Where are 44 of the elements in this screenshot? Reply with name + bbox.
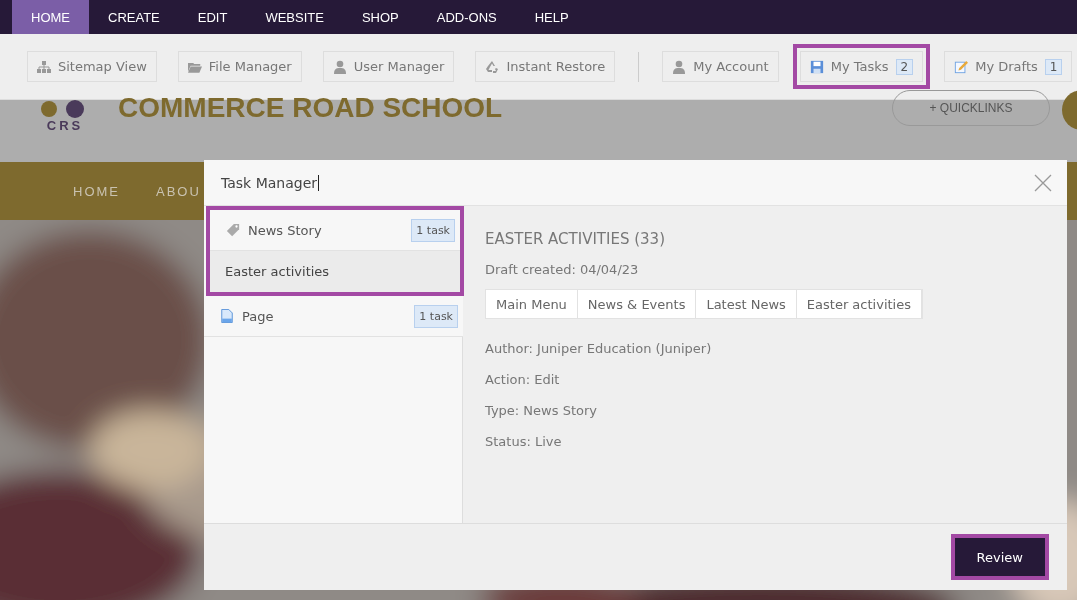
menu-tab[interactable]: SHOP xyxy=(342,0,418,34)
recycle-icon xyxy=(485,59,500,74)
breadcrumb-item[interactable]: Main Menu xyxy=(486,290,578,318)
toolbar-button[interactable]: Sitemap View xyxy=(27,51,157,82)
menu-tab[interactable]: WEBSITE xyxy=(246,0,343,34)
close-icon[interactable] xyxy=(1033,172,1053,193)
task-count-badge: 1 task xyxy=(411,218,455,242)
detail-field: Action: Edit xyxy=(485,372,560,387)
breadcrumb-item[interactable]: Easter activities xyxy=(796,290,922,318)
detail-field: Author: Juniper Education (Juniper) xyxy=(485,341,712,356)
school-title: COMMERCE ROAD SCHOOL xyxy=(118,92,503,124)
toolbar-button[interactable]: My Account xyxy=(662,51,779,82)
menu-tab[interactable]: HOME xyxy=(12,0,89,34)
toolbar-button[interactable]: Instant Restore xyxy=(475,51,616,82)
count-badge: 1 xyxy=(1044,58,1063,75)
detail-field: Status: Live xyxy=(485,434,562,449)
sitemap-icon xyxy=(37,59,51,74)
task-heading: EASTER ACTIVITIES (33) xyxy=(485,230,665,248)
count-badge: 2 xyxy=(895,58,914,75)
menu-tab[interactable]: HELP xyxy=(515,0,588,34)
toolbar-button[interactable]: My Tasks 2 xyxy=(799,51,924,82)
breadcrumb-item[interactable]: Latest News xyxy=(696,290,797,318)
task-group[interactable]: Page 1 task xyxy=(204,296,463,337)
toolbar-button[interactable]: User Manager xyxy=(322,51,455,82)
group-label: News Story xyxy=(248,222,323,238)
menu-tab[interactable]: ADD-ONS xyxy=(417,0,516,34)
detail-field: Type: News Story xyxy=(485,403,597,418)
logo-text: CRS xyxy=(46,118,84,133)
task-count-badge: 1 task xyxy=(414,304,458,328)
menu-tab[interactable]: CREATE xyxy=(89,0,179,34)
toolbar-button[interactable]: File Manager xyxy=(177,51,302,82)
user-icon xyxy=(332,59,347,74)
tag-icon xyxy=(226,223,240,237)
user-icon xyxy=(672,59,687,74)
task-item[interactable]: Easter activities xyxy=(210,251,460,292)
document-icon xyxy=(220,309,234,323)
review-button[interactable]: Review xyxy=(954,538,1045,576)
breadcrumb-item[interactable]: News & Events xyxy=(577,290,697,318)
dialog-title: Task Manager xyxy=(221,174,320,191)
toolbar-button[interactable]: My Drafts 1 xyxy=(944,51,1073,82)
group-label: Page xyxy=(242,308,275,324)
draft-date: Draft created: 04/04/23 xyxy=(485,262,639,277)
pencil-document-icon xyxy=(954,59,969,74)
menu-tab[interactable]: EDIT xyxy=(178,0,247,34)
